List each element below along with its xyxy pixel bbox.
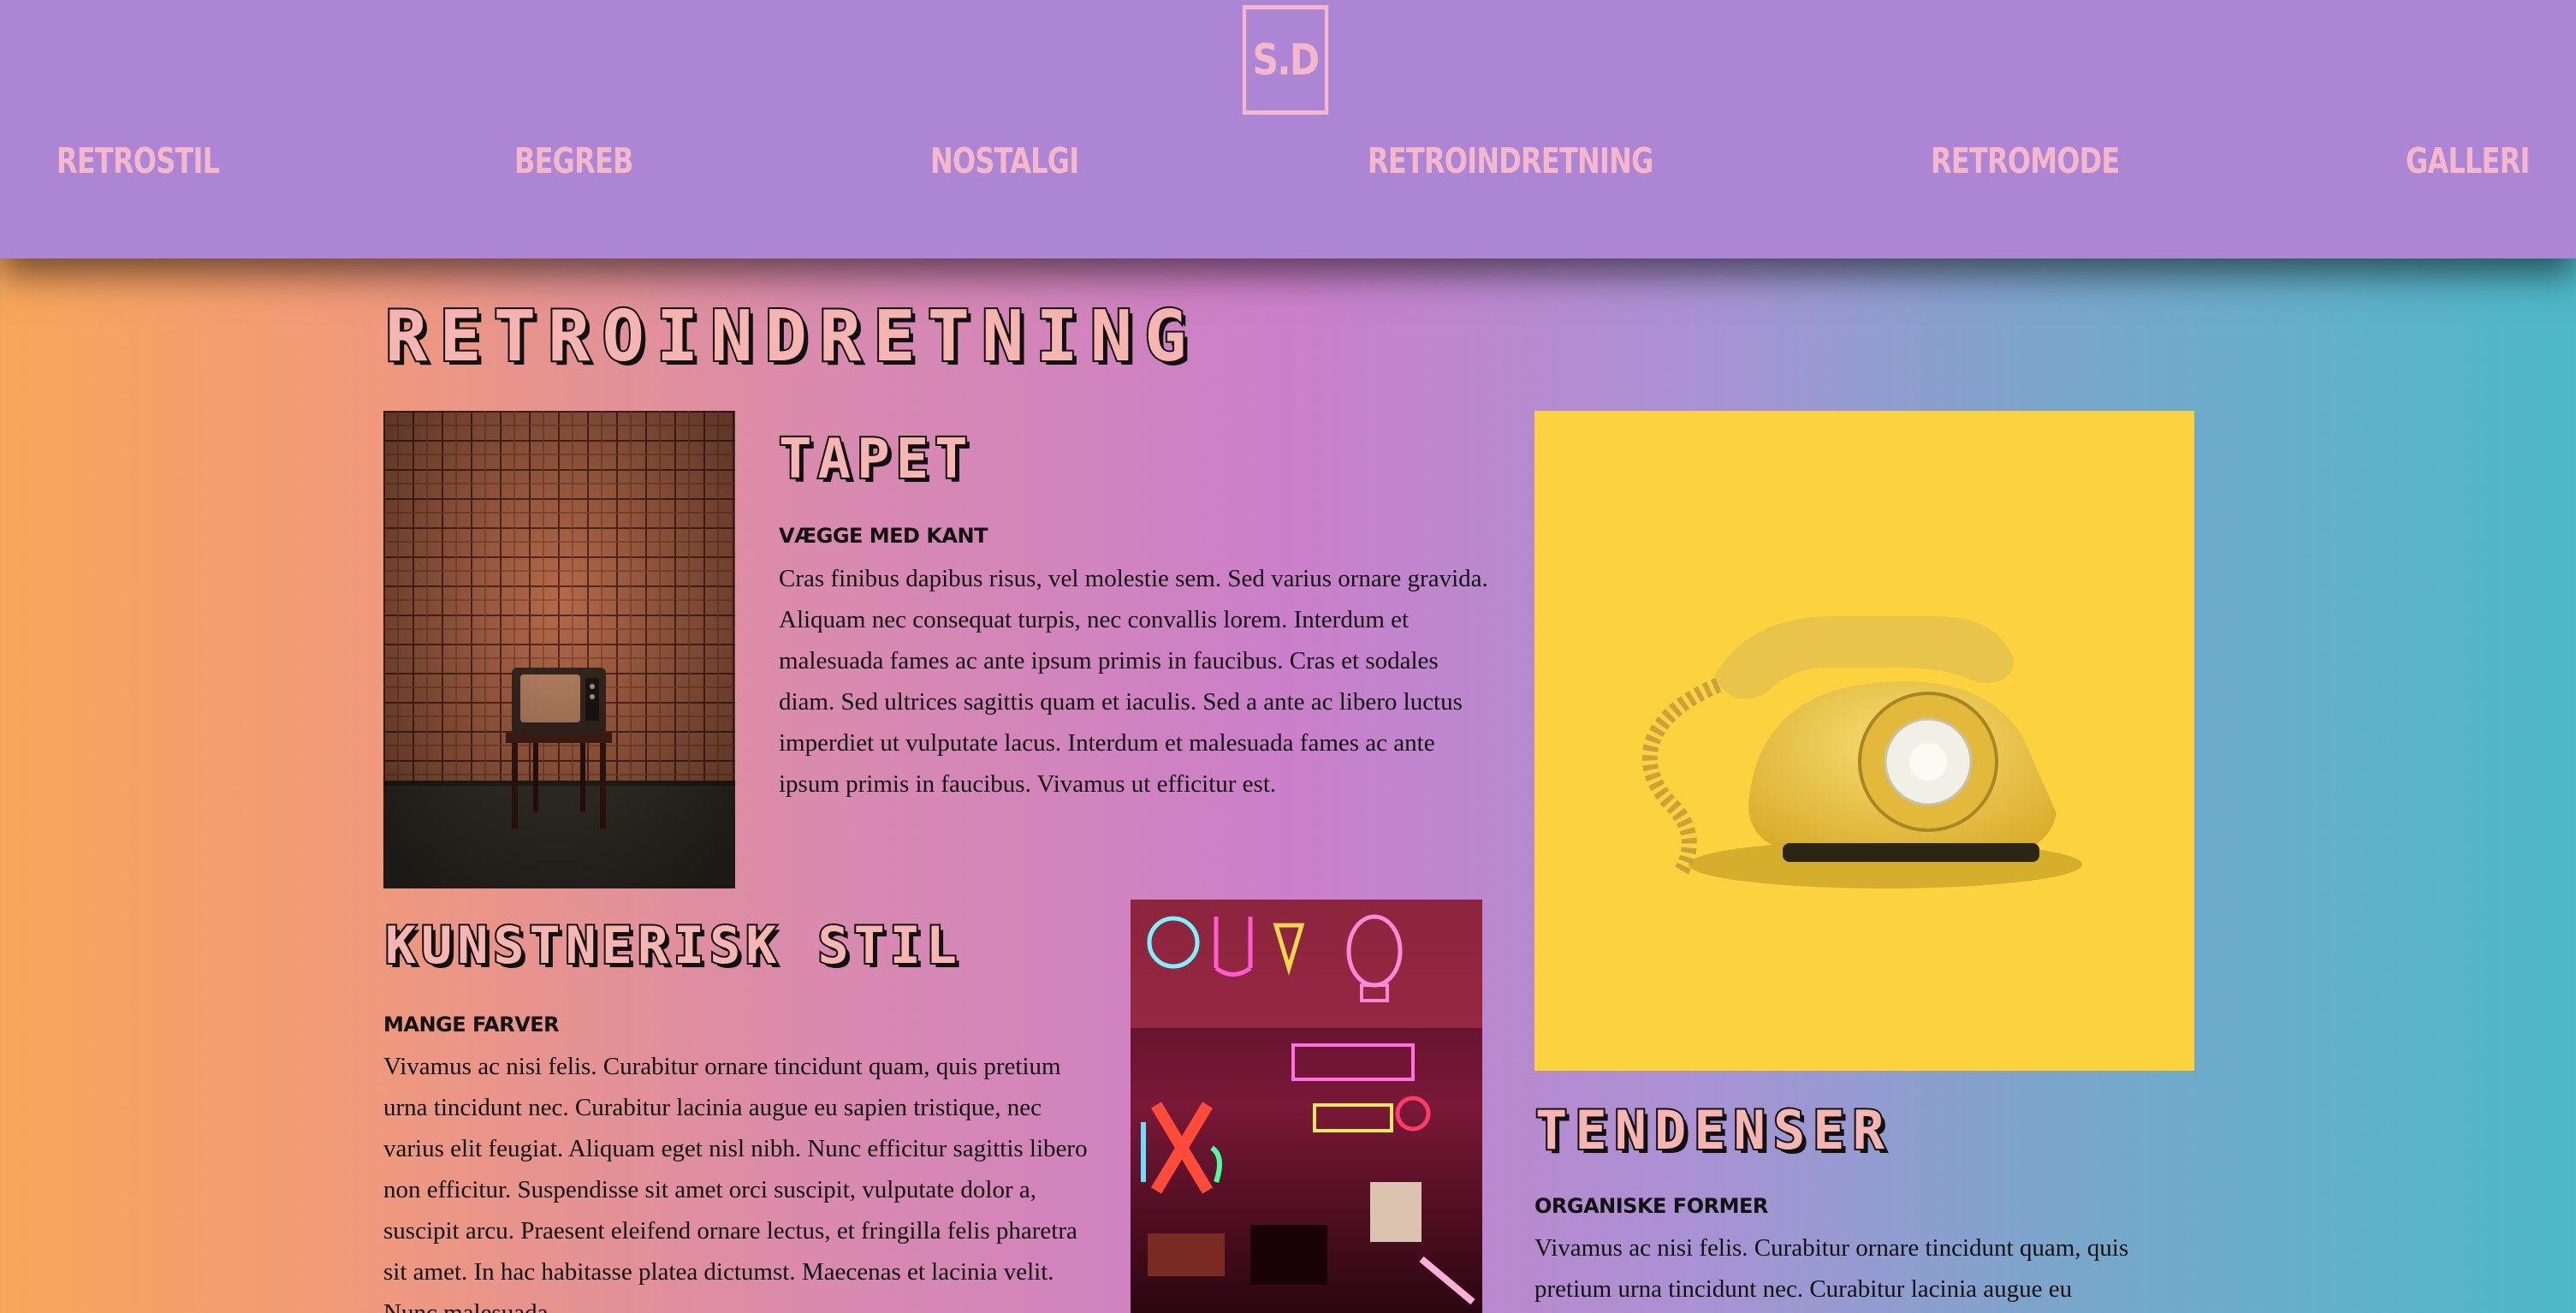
tapet-heading: TAPET	[777, 426, 974, 493]
site-logo[interactable]: S.D	[1242, 5, 1329, 115]
tendenser-subheading: ORGANISKE FORMER	[1534, 1194, 1768, 1218]
nav-item-retromode[interactable]: RETROMODE	[1931, 137, 2120, 185]
yellow-phone-image	[1534, 411, 2194, 1071]
kunstnerisk-heading: KUNSTNERISK STIL	[383, 914, 962, 977]
kunstnerisk-subheading: MANGE FARVER	[383, 1013, 560, 1037]
nav-item-begreb[interactable]: BEGREB	[514, 137, 633, 185]
nav-item-nostalgi[interactable]: NOSTALGI	[930, 137, 1079, 185]
tendenser-body-text: Vivamus ac nisi felis. Curabitur ornare …	[1534, 1234, 2129, 1303]
site-header: S.D RETROSTIL BEGREB NOSTALGI RETROINDRE…	[0, 0, 2576, 258]
nav-item-galleri[interactable]: GALLERI	[2406, 137, 2530, 185]
kunstnerisk-body-text: Vivamus ac nisi felis. Curabitur ornare …	[383, 1053, 1088, 1313]
page-title: RETROINDRETNING	[383, 294, 1199, 379]
nav-item-retroindretning[interactable]: RETROINDRETNING	[1368, 137, 1653, 185]
tapet-subheading: VÆGGE MED KANT	[779, 524, 988, 548]
tendenser-heading: TENDENSER	[1534, 1097, 1892, 1163]
neon-signs-image	[1131, 900, 1482, 1313]
nav-item-retrostil[interactable]: RETROSTIL	[56, 137, 220, 185]
tapet-body-text: Cras finibus dapibus risus, vel molestie…	[779, 565, 1488, 798]
retro-tv-image	[383, 411, 735, 888]
